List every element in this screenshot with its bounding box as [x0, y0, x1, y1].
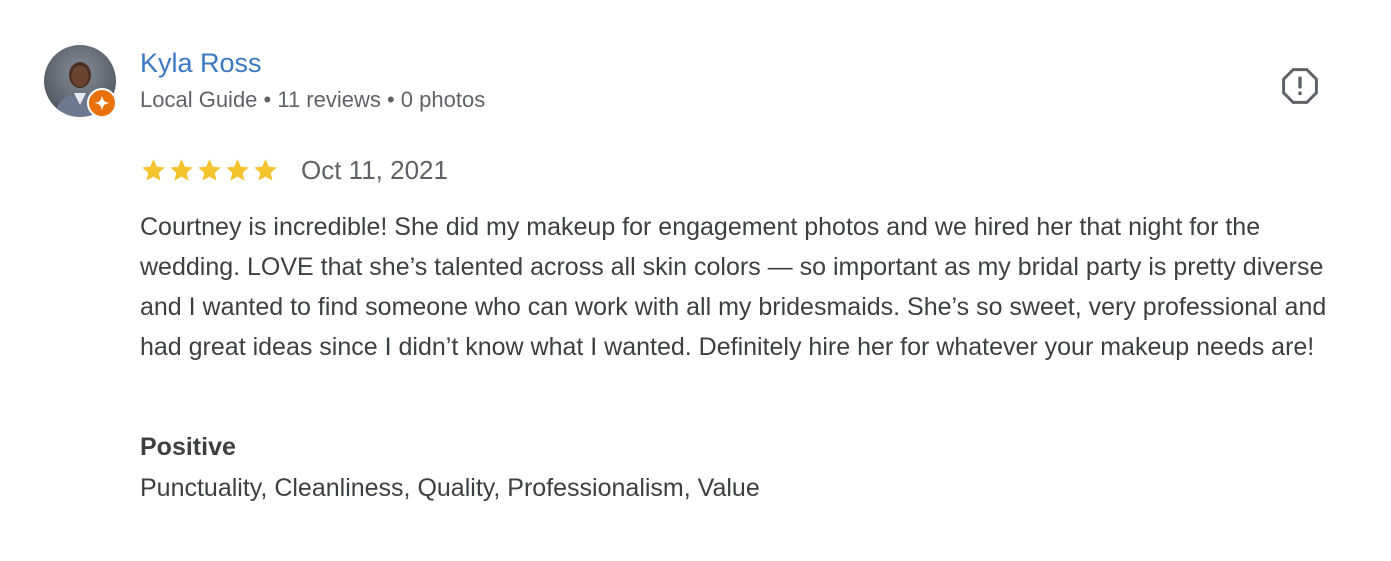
positive-heading: Positive [140, 433, 236, 461]
star-filled-icon [254, 158, 277, 181]
star-filled-icon [198, 158, 221, 181]
report-icon [1282, 68, 1318, 104]
star-filled-icon [142, 158, 165, 181]
star-filled-icon [170, 158, 193, 181]
local-guide-badge-icon [87, 88, 117, 118]
reviewer-meta: Local Guide • 11 reviews • 0 photos [140, 87, 486, 112]
star-filled-icon [226, 158, 249, 181]
star-rating [140, 157, 279, 184]
report-review-button[interactable] [1280, 66, 1320, 106]
reviewer-name-link[interactable]: Kyla Ross [140, 46, 262, 80]
positive-attributes: Punctuality, Cleanliness, Quality, Profe… [140, 474, 760, 502]
review-date: Oct 11, 2021 [301, 155, 448, 185]
review-text: Courtney is incredible! She did my makeu… [140, 213, 1327, 361]
rating-row: Oct 11, 2021 [140, 152, 448, 188]
